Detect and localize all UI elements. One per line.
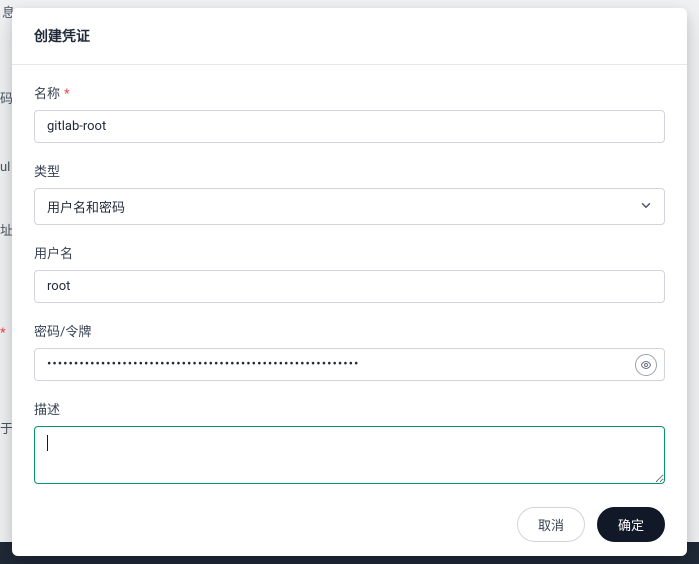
required-mark: * [64,87,70,102]
description-wrap [34,426,665,488]
type-select-wrap: 用户名和密码 [34,188,665,225]
create-credential-modal: 创建凭证 名称 * 类型 用户名和密码 用户名 密码/令牌 [12,8,687,556]
password-wrap [34,348,665,381]
username-label: 用户名 [34,243,665,262]
modal-header: 创建凭证 [12,8,687,65]
description-label: 描述 [34,399,665,418]
confirm-button[interactable]: 确定 [597,507,665,542]
password-input[interactable] [34,348,665,381]
password-label: 密码/令牌 [34,321,665,340]
eye-icon[interactable] [635,354,657,376]
field-password: 密码/令牌 [34,321,665,381]
modal-title: 创建凭证 [34,26,665,46]
modal-footer: 取消 确定 [12,493,687,556]
description-textarea[interactable] [34,426,665,484]
name-label: 名称 * [34,83,665,102]
name-input[interactable] [34,110,665,143]
field-type: 类型 用户名和密码 [34,161,665,225]
cancel-button[interactable]: 取消 [517,507,585,542]
label-text: 名称 [34,87,60,102]
field-name: 名称 * [34,83,665,143]
username-input[interactable] [34,270,665,303]
field-description: 描述 描述可包含任意字符，最长 256 个字符。 [34,399,665,493]
field-username: 用户名 [34,243,665,303]
modal-body: 名称 * 类型 用户名和密码 用户名 密码/令牌 [12,65,687,493]
type-select[interactable]: 用户名和密码 [34,188,665,225]
bg-text: * [0,326,6,341]
bg-text: ul [0,160,10,175]
type-label: 类型 [34,161,665,180]
